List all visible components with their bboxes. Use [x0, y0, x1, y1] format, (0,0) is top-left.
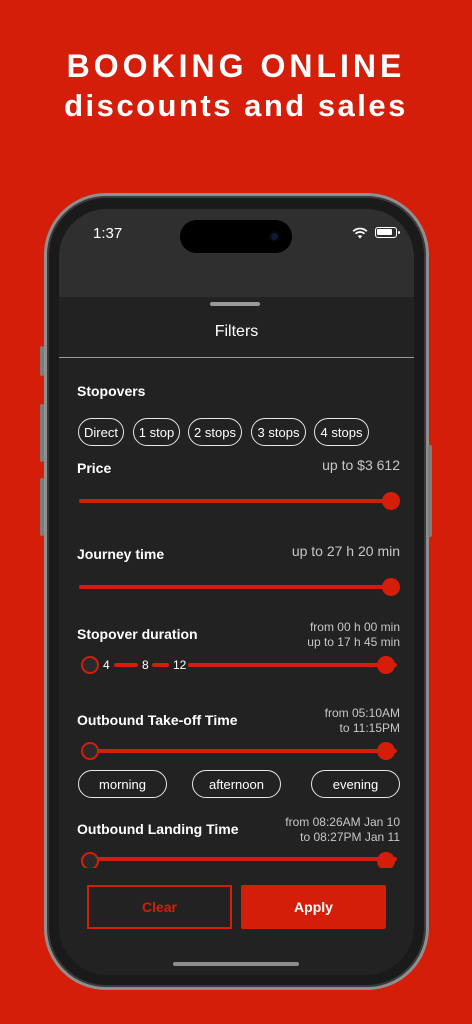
stopover-duration-range: from 00 h 00 min up to 17 h 45 min — [307, 620, 400, 650]
headline-line-1: BOOKING ONLINE — [66, 48, 406, 84]
stopover-duration-label: Stopover duration — [77, 626, 198, 642]
phone-mute-switch — [40, 346, 44, 376]
headline-line-2: discounts and sales — [64, 88, 408, 123]
stopover-duration-max-knob[interactable] — [377, 656, 395, 674]
wifi-icon — [352, 227, 368, 239]
stopover-duration-track-segment[interactable] — [152, 663, 169, 667]
stopover-duration-tick: 8 — [142, 658, 149, 672]
status-time: 1:37 — [93, 225, 123, 242]
landing-time-from: from 08:26AM Jan 10 — [285, 815, 400, 829]
price-slider-knob[interactable] — [382, 492, 400, 510]
dynamic-island — [180, 220, 292, 253]
filters-sheet: Filters Stopovers Direct 1 stop 2 stops … — [59, 297, 414, 975]
chip-evening[interactable]: evening — [311, 770, 400, 798]
title-divider — [59, 357, 414, 358]
chip-2-stops[interactable]: 2 stops — [188, 418, 242, 446]
takeoff-time-to: to 11:15PM — [339, 721, 400, 735]
landing-time-slider-track[interactable] — [81, 857, 397, 861]
chip-1-stop[interactable]: 1 stop — [133, 418, 180, 446]
action-bar: Clear Apply — [59, 868, 414, 975]
sheet-grabber[interactable] — [210, 302, 260, 306]
chip-morning[interactable]: morning — [78, 770, 167, 798]
journey-time-slider-track[interactable] — [79, 585, 389, 589]
landing-time-range: from 08:26AM Jan 10 to 08:27PM Jan 11 — [285, 815, 400, 845]
sheet-title: Filters — [214, 323, 259, 340]
chip-direct[interactable]: Direct — [78, 418, 124, 446]
chip-4-stops[interactable]: 4 stops — [314, 418, 369, 446]
phone-volume-down — [40, 478, 44, 536]
takeoff-time-min-knob[interactable] — [81, 742, 99, 760]
takeoff-time-range: from 05:10AM to 11:15PM — [325, 706, 400, 736]
stopover-duration-to: up to 17 h 45 min — [307, 635, 400, 649]
stopover-duration-tick: 4 — [103, 658, 110, 672]
camera-icon — [269, 231, 280, 242]
takeoff-time-slider-track[interactable] — [81, 749, 397, 753]
phone-power-button — [428, 445, 432, 537]
stopover-duration-track-right[interactable] — [188, 663, 397, 667]
stopover-duration-track-segment[interactable] — [114, 663, 138, 667]
journey-time-label: Journey time — [77, 546, 165, 562]
clear-button[interactable]: Clear — [87, 885, 232, 929]
price-label: Price — [77, 460, 112, 476]
status-bar: 1:37 — [59, 209, 414, 297]
promo-headline: BOOKING ONLINE discounts and sales — [0, 46, 472, 126]
stopovers-label: Stopovers — [77, 383, 146, 399]
phone-volume-up — [40, 404, 44, 462]
apply-button[interactable]: Apply — [241, 885, 386, 929]
journey-time-value: up to 27 h 20 min — [291, 543, 400, 559]
landing-time-to: to 08:27PM Jan 11 — [300, 830, 400, 844]
phone-screen: 1:37 Filters Stopovers Direct 1 stop 2 s… — [59, 209, 414, 975]
stopover-duration-tick: 12 — [173, 658, 187, 672]
price-value: up to $3 612 — [322, 457, 400, 473]
takeoff-time-from: from 05:10AM — [324, 706, 400, 720]
takeoff-time-max-knob[interactable] — [377, 742, 395, 760]
journey-time-slider-knob[interactable] — [382, 578, 400, 596]
battery-icon — [375, 227, 400, 238]
chip-afternoon[interactable]: afternoon — [192, 770, 281, 798]
takeoff-time-label: Outbound Take-off Time — [77, 712, 238, 728]
price-slider-track[interactable] — [79, 499, 389, 503]
landing-time-label: Outbound Landing Time — [77, 821, 239, 837]
stopover-duration-min-knob[interactable] — [81, 656, 99, 674]
chip-3-stops[interactable]: 3 stops — [251, 418, 306, 446]
stopover-duration-from: from 00 h 00 min — [309, 620, 400, 634]
home-indicator[interactable] — [173, 962, 299, 966]
